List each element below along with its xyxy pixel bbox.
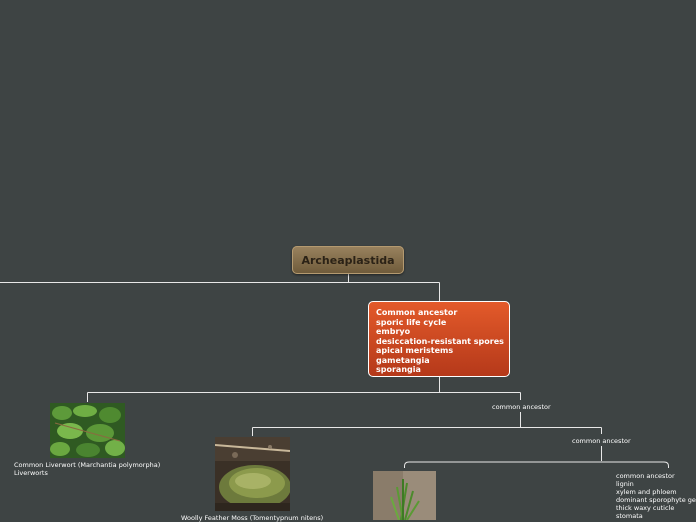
liverwort-photo[interactable] xyxy=(50,403,125,458)
trait-line: common ancestor xyxy=(616,472,675,480)
liverwort-species: Common Liverwort (Marchantia polymorpha) xyxy=(14,461,161,469)
trait-line: desiccation-resistant spores xyxy=(376,336,504,346)
trait-line: xylem and phloem xyxy=(616,488,677,496)
liverwort-group: Liverworts xyxy=(14,469,48,477)
moss-photo[interactable] xyxy=(215,437,290,511)
trait-line: lignin xyxy=(616,480,634,488)
root-node-label: Archeaplastida xyxy=(301,253,395,267)
trait-line: apical meristems xyxy=(376,346,454,355)
trait-line: sporangia xyxy=(376,365,421,374)
liverwort-caption[interactable]: Common Liverwort (Marchantia polymorpha)… xyxy=(14,461,160,477)
trait-line: Common ancestor xyxy=(376,308,458,317)
trait-line: dominant sporophyte ge xyxy=(616,496,696,504)
trait-line: stomata xyxy=(616,512,643,520)
trait-line: sporic life cycle xyxy=(376,317,447,327)
node-common-ancestor-traits[interactable]: Common ancestor sporic life cycle embryo… xyxy=(368,301,510,377)
vascular-plant-photo[interactable] xyxy=(373,471,436,520)
root-node-archeaplastida[interactable]: Archeaplastida xyxy=(292,246,404,274)
branch-label-common-ancestor[interactable]: common ancestor xyxy=(492,403,551,411)
trait-line: thick waxy cuticle xyxy=(616,504,675,512)
vascular-traits[interactable]: common ancestor lignin xylem and phloem … xyxy=(616,472,696,520)
trait-line: gametangia xyxy=(376,355,430,365)
moss-caption[interactable]: Woolly Feather Moss (Tomentypnum nitens) xyxy=(181,514,323,522)
trait-line: embryo xyxy=(376,327,411,336)
branch-label-common-ancestor[interactable]: common ancestor xyxy=(572,437,631,445)
